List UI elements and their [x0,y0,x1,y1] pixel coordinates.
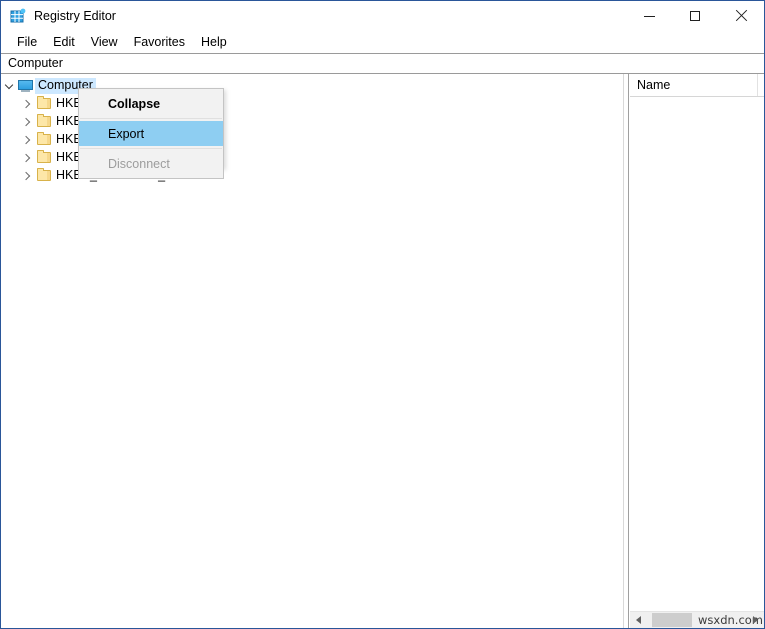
column-header-type[interactable]: T [758,74,764,96]
context-menu-separator [80,118,222,119]
values-pane: Name T [630,74,764,628]
menu-file[interactable]: File [9,34,45,51]
menu-view[interactable]: View [83,34,126,51]
computer-icon [17,77,35,95]
context-menu-item-export[interactable]: Export [79,121,223,146]
context-menu-item-collapse[interactable]: Collapse [79,91,223,116]
menu-edit[interactable]: Edit [45,34,83,51]
close-button[interactable] [718,1,764,31]
folder-icon [35,131,53,149]
folder-icon [35,95,53,113]
expander-hkcr[interactable] [19,95,35,113]
chevron-right-icon [21,171,31,181]
folder-icon [35,167,53,185]
chevron-right-icon [21,135,31,145]
maximize-icon [690,11,700,21]
pane-splitter[interactable] [623,74,629,628]
chevron-right-icon [21,99,31,109]
window-title: Registry Editor [34,8,116,23]
column-header-name[interactable]: Name [630,74,758,96]
chevron-right-icon [21,117,31,127]
address-path: Computer [8,56,63,71]
scroll-left-icon[interactable] [630,612,647,628]
scrollbar-thumb[interactable] [652,613,692,627]
scroll-right-icon[interactable] [747,612,764,628]
menu-help[interactable]: Help [193,34,235,51]
horizontal-scrollbar[interactable]: wsxdn.com [630,611,764,628]
context-menu-separator [80,148,222,149]
context-menu-item-disconnect: Disconnect [108,156,170,171]
registry-grid-icon [10,8,26,24]
maximize-button[interactable] [672,1,718,31]
menu-favorites[interactable]: Favorites [126,34,193,51]
menu-bar: File Edit View Favorites Help [1,31,764,53]
expander-hklm[interactable] [19,131,35,149]
list-header: Name T [630,74,764,97]
close-icon [735,10,747,22]
registry-editor-window: Registry Editor File Edit View Favorites… [0,0,765,629]
chevron-right-icon [21,153,31,163]
minimize-icon [643,15,655,17]
title-bar: Registry Editor [1,1,764,32]
window-controls [626,1,764,31]
title-bar-left: Registry Editor [10,1,116,31]
folder-icon [35,149,53,167]
minimize-button[interactable] [626,1,672,31]
expander-computer[interactable] [1,77,17,95]
address-bar[interactable]: Computer [1,53,764,74]
expander-hku[interactable] [19,149,35,167]
folder-icon [35,113,53,131]
context-menu: Collapse Export Disconnect [78,88,224,179]
expander-hkcc[interactable] [19,167,35,185]
expander-hkcu[interactable] [19,113,35,131]
chevron-down-icon [4,80,14,89]
